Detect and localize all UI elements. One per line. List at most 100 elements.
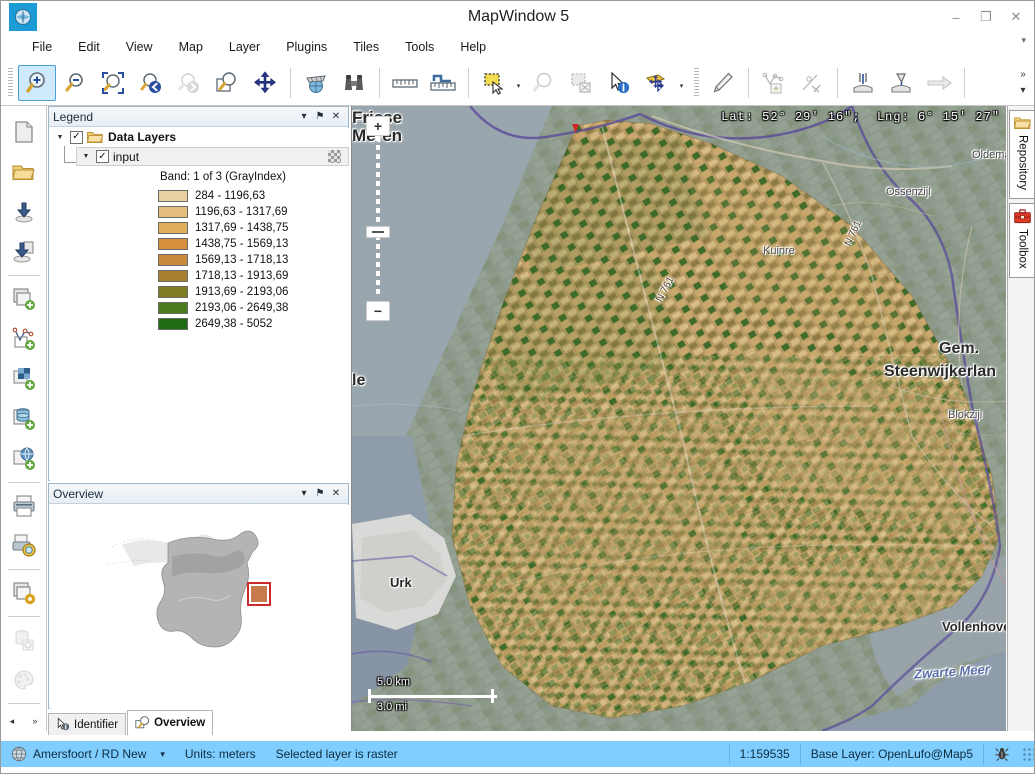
menu-item-layer[interactable]: Layer xyxy=(216,36,273,58)
legend-class-item[interactable]: 1317,69 - 1438,75 xyxy=(158,220,288,236)
overview-panel-pin-icon[interactable]: ⚑ xyxy=(312,486,328,502)
overview-panel-close-icon[interactable]: ✕ xyxy=(328,486,344,502)
layer-expander-icon[interactable]: ▼ xyxy=(80,153,92,160)
status-scale[interactable]: 1:159535 xyxy=(730,741,800,767)
add-tiles-layer-button[interactable] xyxy=(4,359,44,399)
tab-identifier[interactable]: Identifier xyxy=(48,713,126,735)
measure-area-button[interactable] xyxy=(424,65,462,101)
merge-feature-tool-button[interactable] xyxy=(882,65,920,101)
pan-tool-button[interactable] xyxy=(246,65,284,101)
legend-class-item[interactable]: 1718,13 - 1913,69 xyxy=(158,268,288,284)
status-base-layer[interactable]: Base Layer: OpenLufo@Map5 xyxy=(801,741,983,767)
symbology-button[interactable] xyxy=(4,660,44,700)
select-by-rectangle-button[interactable] xyxy=(475,65,513,101)
menu-item-help[interactable]: Help xyxy=(447,36,499,58)
zoom-slider-track[interactable] xyxy=(376,136,380,296)
menu-item-plugins[interactable]: Plugins xyxy=(273,36,340,58)
zoom-to-layer-button[interactable] xyxy=(208,65,246,101)
print-button[interactable] xyxy=(4,486,44,526)
legend-class-item[interactable]: 284 - 1196,63 xyxy=(158,188,288,204)
measure-distance-button[interactable] xyxy=(386,65,424,101)
left-toolbar-more-icon[interactable]: » xyxy=(32,716,37,727)
select-tool-dropdown[interactable]: ▾ xyxy=(513,65,524,101)
status-projection-dropdown-icon[interactable]: ▾ xyxy=(160,749,165,760)
legend-class-item[interactable]: 1438,75 - 1569,13 xyxy=(158,236,288,252)
dock-tab-repository[interactable]: Repository xyxy=(1009,110,1035,199)
identify-tool-button[interactable] xyxy=(600,65,638,101)
add-database-layer-button[interactable] xyxy=(4,399,44,439)
edit-geometry-tool-button[interactable] xyxy=(793,65,831,101)
group-checkbox[interactable]: ✓ xyxy=(70,131,83,144)
legend-panel-close-icon[interactable]: ✕ xyxy=(328,109,344,125)
split-feature-tool-button[interactable] xyxy=(844,65,882,101)
map-canvas[interactable]: Friese Meren Oldemarkt Ossenzijl Kuinre … xyxy=(351,106,1006,731)
zoom-out-tool-button[interactable] xyxy=(56,65,94,101)
new-project-button[interactable] xyxy=(4,112,44,152)
edit-pencil-tool-button[interactable] xyxy=(704,65,742,101)
menu-item-tiles[interactable]: Tiles xyxy=(340,36,392,58)
zoom-previous-button[interactable] xyxy=(132,65,170,101)
add-vertex-tool-button[interactable] xyxy=(755,65,793,101)
maximize-button[interactable]: ❐ xyxy=(972,4,1000,30)
legend-panel-pin-icon[interactable]: ⚑ xyxy=(312,109,328,125)
zoom-slider-control[interactable]: + − xyxy=(366,116,392,326)
printer-icon xyxy=(11,493,37,519)
legend-group-row[interactable]: ▼ ✓ Data Layers xyxy=(50,128,349,146)
close-button[interactable]: ✕ xyxy=(1002,4,1030,30)
database-query-button[interactable] xyxy=(4,620,44,660)
menu-item-map[interactable]: Map xyxy=(166,36,216,58)
legend-class-item[interactable]: 1196,63 - 1317,69 xyxy=(158,204,288,220)
toolbar-grip[interactable] xyxy=(6,68,15,98)
add-online-layer-button[interactable] xyxy=(4,439,44,479)
status-projection[interactable]: Amersfoort / RD New ▾ xyxy=(1,741,175,767)
find-tool-button[interactable] xyxy=(335,65,373,101)
add-vector-layer-button[interactable] xyxy=(4,319,44,359)
zoom-next-button[interactable] xyxy=(170,65,208,101)
save-project-as-button[interactable] xyxy=(4,232,44,272)
apply-edit-tool-button[interactable] xyxy=(920,65,958,101)
left-toolbar-prev-icon[interactable]: ◂ xyxy=(10,716,15,727)
add-raster-layer-button[interactable] xyxy=(4,279,44,319)
layer-properties-button[interactable] xyxy=(4,573,44,613)
zoom-in-button[interactable]: + xyxy=(366,116,390,136)
zoom-in-tool-button[interactable] xyxy=(18,65,56,101)
toolbar-separator xyxy=(837,68,838,98)
geolocate-tool-button[interactable] xyxy=(297,65,335,101)
save-project-button[interactable] xyxy=(4,192,44,232)
database-search-icon xyxy=(11,627,37,653)
move-shapes-tool-button[interactable] xyxy=(638,65,676,101)
legend-class-item[interactable]: 1569,13 - 1718,13 xyxy=(158,252,288,268)
overview-minimap[interactable] xyxy=(50,505,349,709)
toolbar-grip-2[interactable] xyxy=(692,68,701,98)
select-by-zoom-button[interactable] xyxy=(524,65,562,101)
tab-overview[interactable]: Overview xyxy=(127,710,213,735)
dock-tab-repository-label: Repository xyxy=(1017,135,1029,190)
zoom-slider-thumb[interactable] xyxy=(366,226,390,238)
legend-class-item[interactable]: 1913,69 - 2193,06 xyxy=(158,284,288,300)
clear-selection-button[interactable] xyxy=(562,65,600,101)
legend-panel-dropdown-icon[interactable]: ▾ xyxy=(296,109,312,125)
status-debug[interactable] xyxy=(984,741,1020,767)
print-preview-button[interactable] xyxy=(4,526,44,566)
menu-item-tools[interactable]: Tools xyxy=(392,36,447,58)
open-project-button[interactable] xyxy=(4,152,44,192)
menu-item-edit[interactable]: Edit xyxy=(65,36,113,58)
arrow-right-icon xyxy=(924,70,954,96)
layer-checkbox[interactable]: ✓ xyxy=(96,150,109,163)
zoom-out-button[interactable]: − xyxy=(366,301,390,321)
legend-class-item[interactable]: 2649,38 - 5052 xyxy=(158,316,288,332)
menu-item-view[interactable]: View xyxy=(113,36,166,58)
legend-class-item[interactable]: 2193,06 - 2649,38 xyxy=(158,300,288,316)
overview-panel-dropdown-icon[interactable]: ▾ xyxy=(296,486,312,502)
menu-item-file[interactable]: File xyxy=(19,36,65,58)
zoom-to-max-extents-button[interactable] xyxy=(94,65,132,101)
move-shapes-dropdown[interactable]: ▾ xyxy=(676,65,687,101)
dock-tab-toolbox[interactable]: Toolbox xyxy=(1009,203,1035,278)
group-expander-icon[interactable]: ▼ xyxy=(54,134,66,141)
menu-overflow-chevron-icon[interactable]: ▾ xyxy=(1021,35,1026,46)
toolbar-overflow[interactable]: » ▾ xyxy=(1010,60,1035,106)
legend-layer-row-input[interactable]: ▼ ✓ input xyxy=(76,147,349,166)
minimize-button[interactable]: – xyxy=(942,4,970,30)
resize-grip[interactable] xyxy=(1022,747,1035,761)
open-folder-icon xyxy=(87,131,103,144)
